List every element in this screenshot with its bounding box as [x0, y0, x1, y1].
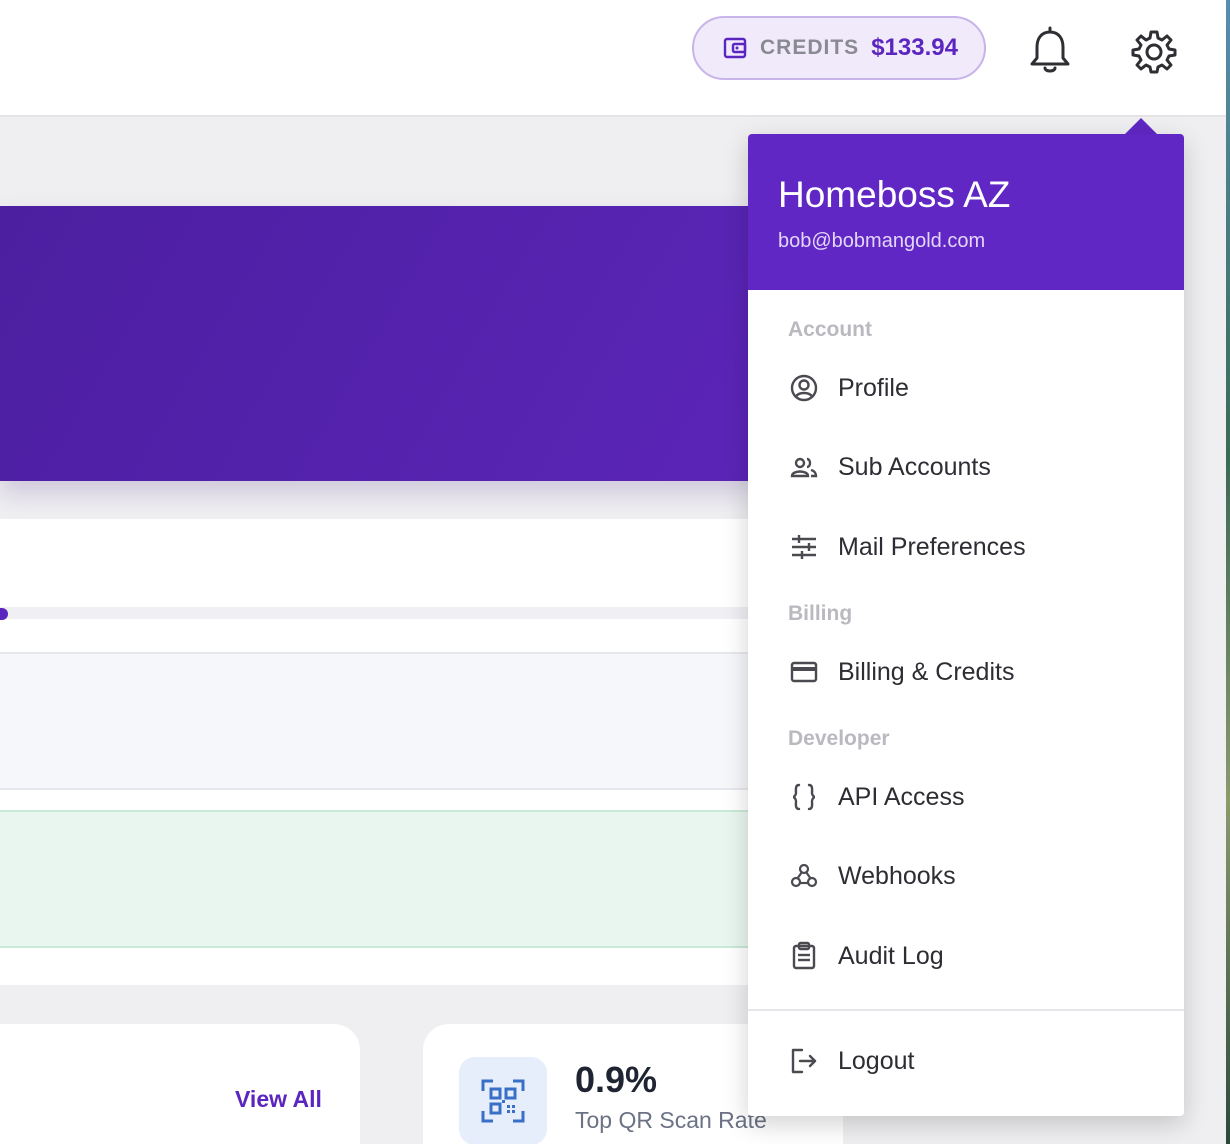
menu-item-api-access[interactable]: API Access [748, 764, 1184, 830]
menu-label-logout: Logout [838, 1046, 915, 1075]
sliders-icon [788, 531, 820, 563]
desktop-background-edge [1226, 0, 1230, 1144]
settings-dropdown: Homeboss AZ bob@bobmangold.com Account P… [748, 134, 1184, 1116]
dropdown-header: Homeboss AZ bob@bobmangold.com [748, 134, 1184, 290]
menu-divider [748, 1009, 1184, 1011]
menu-label-profile: Profile [838, 373, 909, 402]
menu-item-audit-log[interactable]: Audit Log [748, 923, 1184, 989]
stat-label: Top QR Scan Rate [575, 1107, 767, 1133]
dropdown-caret [1124, 118, 1158, 135]
menu-label-audit-log: Audit Log [838, 941, 944, 970]
menu-label-billing-credits: Billing & Credits [838, 657, 1015, 686]
hero-banner [0, 206, 760, 481]
logout-icon [788, 1045, 820, 1077]
people-icon [788, 451, 820, 483]
bell-icon[interactable] [1027, 26, 1073, 76]
account-email: bob@bobmangold.com [778, 230, 986, 252]
qr-code-icon [459, 1057, 547, 1144]
credits-label: CREDITS [760, 36, 860, 59]
menu-item-sub-accounts[interactable]: Sub Accounts [748, 434, 1184, 500]
menu-label-mail-preferences: Mail Preferences [838, 532, 1026, 561]
section-label-account: Account [788, 318, 872, 341]
top-header: CREDITS $133.94 [0, 0, 1226, 117]
profile-icon [788, 372, 820, 404]
gear-icon[interactable] [1131, 28, 1177, 74]
webhook-icon [788, 860, 820, 892]
menu-item-webhooks[interactable]: Webhooks [748, 843, 1184, 909]
credit-card-icon [788, 656, 820, 688]
section-label-billing: Billing [788, 602, 853, 625]
section-label-developer: Developer [788, 727, 890, 750]
code-braces-icon [788, 781, 820, 813]
account-name: Homeboss AZ [778, 174, 1011, 215]
credits-amount: $133.94 [871, 34, 958, 61]
menu-label-api-access: API Access [838, 782, 965, 811]
progress-track [0, 607, 760, 619]
stat-value: 0.9% [575, 1059, 658, 1100]
success-box [0, 810, 760, 948]
menu-item-mail-preferences[interactable]: Mail Preferences [748, 514, 1184, 580]
menu-label-webhooks: Webhooks [838, 861, 956, 890]
info-box [0, 652, 760, 790]
menu-item-billing-credits[interactable]: Billing & Credits [748, 639, 1184, 705]
wallet-icon [722, 35, 748, 61]
clipboard-icon [788, 940, 820, 972]
menu-item-profile[interactable]: Profile [748, 355, 1184, 421]
menu-label-sub-accounts: Sub Accounts [838, 452, 991, 481]
summary-card [0, 1024, 360, 1144]
view-all-link[interactable]: View All [235, 1086, 322, 1113]
menu-item-logout[interactable]: Logout [748, 1028, 1184, 1094]
credits-button[interactable]: CREDITS $133.94 [692, 16, 986, 80]
